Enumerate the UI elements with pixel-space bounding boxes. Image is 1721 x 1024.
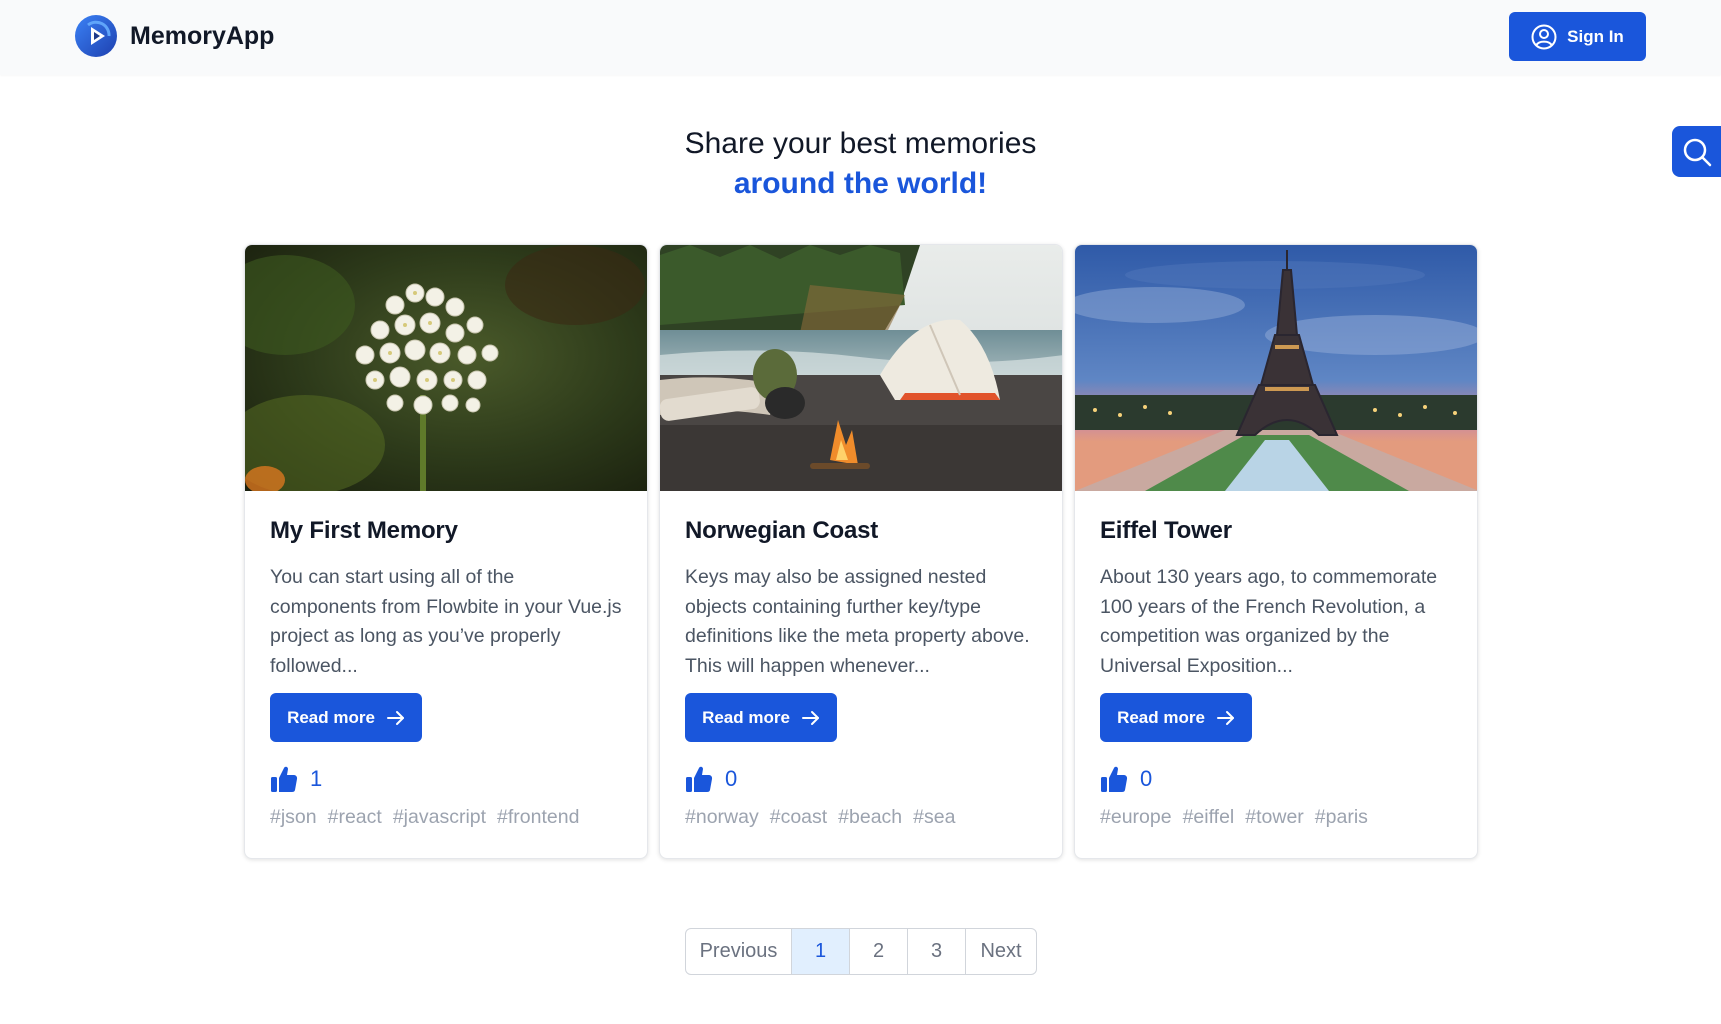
tag[interactable]: #norway	[685, 806, 759, 829]
user-circle-icon	[1531, 24, 1557, 49]
page-2-button[interactable]: 2	[850, 929, 908, 974]
previous-page-button[interactable]: Previous	[686, 929, 792, 974]
tag[interactable]: #json	[270, 806, 317, 829]
tag-list: #europe #eiffel #tower #paris	[1100, 806, 1452, 829]
card-image[interactable]	[660, 245, 1062, 491]
page-3-button[interactable]: 3	[908, 929, 966, 974]
read-more-button[interactable]: Read more	[685, 693, 837, 742]
beach-tent-campfire-photo	[660, 245, 1062, 491]
card-image[interactable]	[245, 245, 647, 491]
brand-name: MemoryApp	[130, 21, 275, 50]
read-more-label: Read more	[702, 707, 790, 727]
read-more-label: Read more	[1117, 707, 1205, 727]
hero-subtitle: around the world!	[733, 167, 988, 200]
white-flower-photo	[245, 245, 647, 491]
like-count: 0	[1140, 766, 1153, 791]
tag[interactable]: #javascript	[393, 806, 486, 829]
arrow-right-icon	[1216, 710, 1234, 725]
hero: Share your best memories around the worl…	[0, 124, 1721, 204]
like-count: 1	[310, 766, 323, 791]
tag[interactable]: #beach	[838, 806, 902, 829]
play-logo-icon	[75, 15, 117, 57]
tag[interactable]: #eiffel	[1183, 806, 1235, 829]
tag[interactable]: #paris	[1315, 806, 1368, 829]
tag-list: #json #react #javascript #frontend	[270, 806, 622, 829]
read-more-label: Read more	[287, 707, 375, 727]
read-more-button[interactable]: Read more	[270, 693, 422, 742]
tag[interactable]: #react	[328, 806, 382, 829]
tag[interactable]: #coast	[770, 806, 827, 829]
thumbs-up-icon[interactable]	[270, 764, 298, 794]
tag[interactable]: #frontend	[497, 806, 579, 829]
thumbs-up-icon[interactable]	[1100, 764, 1128, 794]
page-1-button[interactable]: 1	[792, 929, 850, 974]
tag-list: #norway #coast #beach #sea	[685, 806, 1037, 829]
read-more-button[interactable]: Read more	[1100, 693, 1252, 742]
pagination: Previous 1 2 3 Next	[685, 928, 1037, 975]
card-description: About 130 years ago, to commemorate 100 …	[1100, 566, 1438, 677]
card-description: Keys may also be assigned nested objects…	[685, 566, 1030, 677]
tag[interactable]: #sea	[913, 806, 955, 829]
arrow-right-icon	[801, 710, 819, 725]
hero-title: Share your best memories	[684, 127, 1037, 160]
thumbs-up-icon[interactable]	[685, 764, 713, 794]
tag[interactable]: #tower	[1245, 806, 1304, 829]
likes: 0	[1100, 762, 1452, 796]
card-description: You can start using all of the component…	[270, 566, 622, 677]
arrow-right-icon	[386, 710, 404, 725]
card-title[interactable]: Norwegian Coast	[685, 517, 1037, 551]
brand[interactable]: MemoryApp	[74, 14, 274, 58]
eiffel-tower-dusk-photo	[1075, 245, 1477, 491]
memory-card: Norwegian Coast Keys may also be assigne…	[659, 244, 1063, 859]
memory-card: My First Memory You can start using all …	[244, 244, 648, 859]
sign-in-button[interactable]: Sign In	[1509, 12, 1646, 61]
likes: 0	[685, 762, 1037, 796]
likes: 1	[270, 762, 622, 796]
memory-card: Eiffel Tower About 130 years ago, to com…	[1074, 244, 1478, 859]
next-page-button[interactable]: Next	[966, 929, 1036, 974]
like-count: 0	[725, 766, 738, 791]
navbar: MemoryApp Sign In	[0, 0, 1721, 75]
tag[interactable]: #europe	[1100, 806, 1172, 829]
card-title[interactable]: My First Memory	[270, 517, 622, 551]
card-title[interactable]: Eiffel Tower	[1100, 517, 1452, 551]
card-image[interactable]	[1075, 245, 1477, 491]
sign-in-label: Sign In	[1567, 26, 1624, 46]
